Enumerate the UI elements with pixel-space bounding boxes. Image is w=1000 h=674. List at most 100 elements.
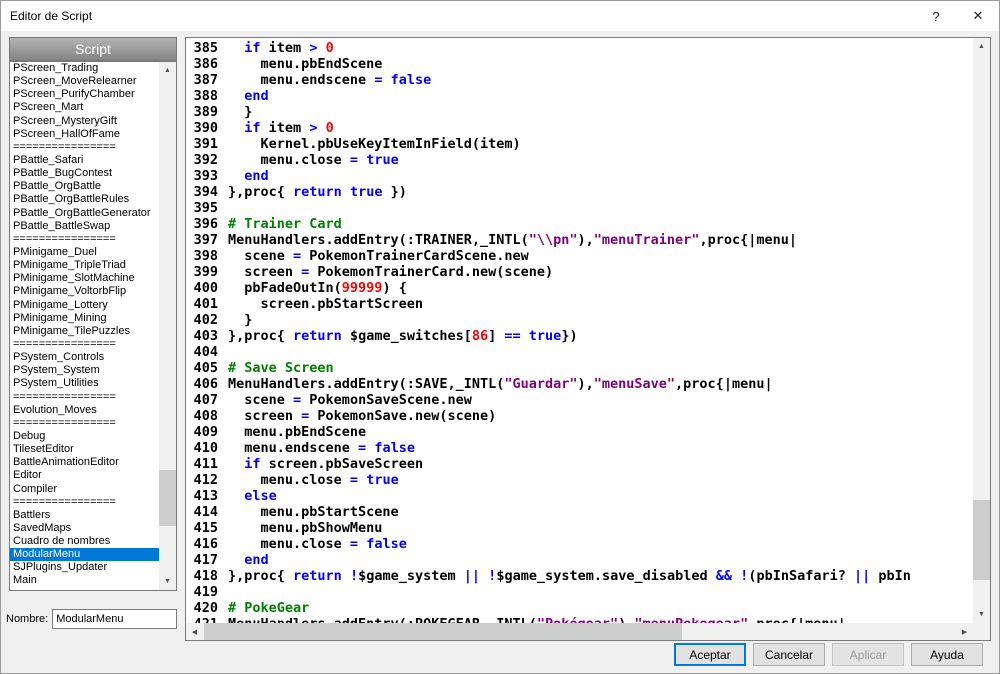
script-list-item[interactable]: PScreen_Trading (10, 62, 159, 75)
script-list-item[interactable]: PMinigame_Duel (10, 246, 159, 259)
script-list-item[interactable]: Battlers (10, 509, 159, 522)
aceptar-button[interactable]: Aceptar (674, 643, 746, 666)
script-listbox: PScreen_TradingPScreen_MoveRelearnerPScr… (9, 61, 177, 591)
line-number: 414 (191, 504, 218, 520)
script-list-item[interactable]: PMinigame_SlotMachine (10, 272, 159, 285)
script-list-item[interactable]: PScreen_HallOfFame (10, 128, 159, 141)
script-list-item[interactable]: Evolution_Moves (10, 404, 159, 417)
code-segment: false (391, 72, 432, 88)
editor-vscroll-thumb[interactable] (973, 500, 990, 580)
code-segment: if (244, 120, 260, 136)
scroll-down-icon[interactable]: ▼ (159, 573, 176, 590)
code-segment: "menuPokegear" (634, 616, 748, 623)
line-number: 401 (191, 296, 218, 312)
code-line: 396# Trainer Card (191, 216, 973, 232)
line-number: 405 (191, 360, 218, 376)
editor-horizontal-scrollbar[interactable]: ◀ ▶ (186, 623, 973, 640)
script-list-item[interactable]: PBattle_OrgBattleGenerator (10, 207, 159, 220)
script-list-item[interactable]: PSystem_Utilities (10, 377, 159, 390)
script-list-item[interactable]: PMinigame_TilePuzzles (10, 325, 159, 338)
cancelar-button[interactable]: Cancelar (753, 643, 825, 666)
code-segment: menu.close (228, 152, 350, 168)
script-list-item[interactable]: PScreen_MoveRelearner (10, 75, 159, 88)
code-segment (228, 552, 244, 568)
script-list-item[interactable]: Cuadro de nombres (10, 535, 159, 548)
scroll-left-icon[interactable]: ◀ (186, 623, 203, 640)
scroll-up-icon[interactable]: ▲ (159, 62, 176, 79)
titlebar: Editor de Script ? ✕ (1, 1, 999, 31)
script-list-item[interactable]: PSystem_Controls (10, 351, 159, 364)
script-list-item[interactable]: PMinigame_Mining (10, 312, 159, 325)
editor-hscroll-thumb[interactable] (204, 623, 682, 640)
code-segment: } (228, 312, 252, 328)
aplicar-button[interactable]: Aplicar (832, 643, 904, 666)
script-list-item[interactable]: PSystem_System (10, 364, 159, 377)
scroll-right-icon[interactable]: ▶ (956, 623, 973, 640)
line-number: 411 (191, 456, 218, 472)
script-list-item[interactable]: Editor (10, 469, 159, 482)
script-list-item[interactable]: PBattle_OrgBattleRules (10, 193, 159, 206)
code-content[interactable]: 385 if item > 0386 menu.pbEndScene387 me… (186, 38, 973, 623)
code-line: 394},proc{ return true }) (191, 184, 973, 200)
script-name-input[interactable] (52, 609, 177, 629)
code-segment: },proc{ (228, 184, 293, 200)
script-list-item[interactable]: Compiler (10, 483, 159, 496)
editor-vertical-scrollbar[interactable]: ▲ ▼ (973, 38, 990, 623)
script-list-item[interactable]: ================ (10, 417, 159, 430)
script-list-item[interactable]: TilesetEditor (10, 443, 159, 456)
code-segment: true (366, 472, 399, 488)
line-number: 396 (191, 216, 218, 232)
script-list-item[interactable]: ================ (10, 496, 159, 509)
ayuda-button[interactable]: Ayuda (911, 643, 983, 666)
code-segment: = (350, 152, 358, 168)
code-segment: $game_system (358, 568, 464, 584)
code-segment: Kernel.pbUseKeyItemInField(item) (228, 136, 521, 152)
code-segment: menu.pbEndScene (228, 424, 366, 440)
code-segment: = (293, 392, 301, 408)
code-editor[interactable]: 385 if item > 0386 menu.pbEndScene387 me… (185, 37, 991, 641)
script-list-item[interactable]: PMinigame_VoltorbFlip (10, 285, 159, 298)
help-button[interactable]: ? (915, 1, 957, 31)
line-number: 421 (191, 616, 218, 623)
script-list-item[interactable]: Debug (10, 430, 159, 443)
script-list-item[interactable]: PBattle_BattleSwap (10, 220, 159, 233)
script-list-item[interactable]: PScreen_Mart (10, 101, 159, 114)
close-button[interactable]: ✕ (957, 1, 999, 31)
scroll-down-icon[interactable]: ▼ (973, 606, 990, 623)
code-segment: || (464, 568, 480, 584)
line-number: 415 (191, 520, 218, 536)
script-list-item[interactable]: SJPlugins_Updater (10, 561, 159, 574)
list-scrollbar-thumb[interactable] (159, 470, 176, 526)
code-segment: return (293, 568, 342, 584)
line-number: 395 (191, 200, 218, 216)
code-segment (358, 152, 366, 168)
line-number: 389 (191, 104, 218, 120)
script-list-item[interactable]: ================ (10, 233, 159, 246)
line-number: 388 (191, 88, 218, 104)
script-list-item[interactable]: PMinigame_TripleTriad (10, 259, 159, 272)
line-number: 399 (191, 264, 218, 280)
script-list-item[interactable]: BattleAnimationEditor (10, 456, 159, 469)
code-segment (382, 72, 390, 88)
script-list-item[interactable]: ================ (10, 391, 159, 404)
script-list-item[interactable]: ================ (10, 141, 159, 154)
script-list-item[interactable]: PBattle_Safari (10, 154, 159, 167)
scroll-up-icon[interactable]: ▲ (973, 38, 990, 55)
script-list-item-selected[interactable]: ModularMenu (10, 548, 159, 561)
script-list-item[interactable]: PScreen_MysteryGift (10, 115, 159, 128)
script-list-item[interactable]: PMinigame_Lottery (10, 299, 159, 312)
script-list-item[interactable]: SavedMaps (10, 522, 159, 535)
code-segment: "\\pn" (529, 232, 578, 248)
script-list-item[interactable]: Main (10, 574, 159, 587)
code-segment: "menuTrainer" (594, 232, 700, 248)
script-list-item[interactable]: PBattle_BugContest (10, 167, 159, 180)
script-list-item[interactable]: PBattle_OrgBattle (10, 180, 159, 193)
line-number: 398 (191, 248, 218, 264)
list-scrollbar[interactable]: ▲ ▼ (159, 62, 176, 590)
script-list-item[interactable]: ================ (10, 338, 159, 351)
line-number: 387 (191, 72, 218, 88)
script-list-item[interactable]: PScreen_PurifyChamber (10, 88, 159, 101)
code-segment: == (504, 328, 520, 344)
line-number: 419 (191, 584, 218, 600)
code-segment: ), (618, 616, 634, 623)
